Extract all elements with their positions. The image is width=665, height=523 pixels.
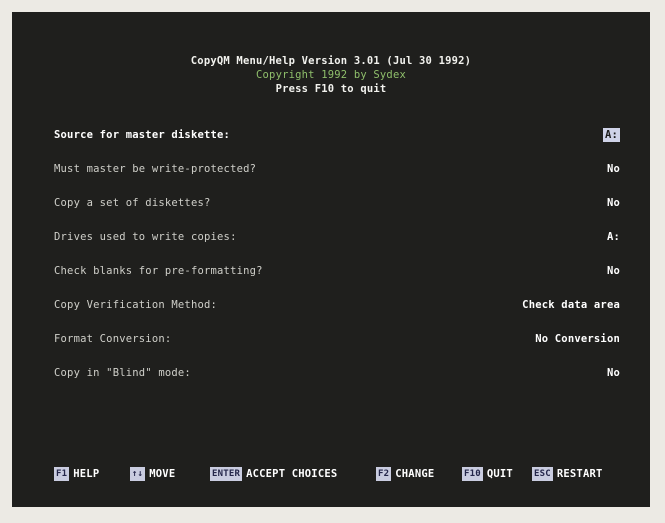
setting-value-field[interactable]: A:: [602, 128, 620, 142]
setting-row-drives-write[interactable]: Drives used to write copies: A:: [54, 228, 620, 246]
restart-key[interactable]: ESC RESTART: [532, 466, 603, 482]
setting-value[interactable]: No Conversion: [535, 330, 620, 348]
setting-label: Source for master diskette:: [54, 129, 231, 141]
move-label: MOVE: [149, 468, 176, 480]
setting-label: Check blanks for pre-formatting?: [54, 265, 263, 277]
setting-label: Must master be write-protected?: [54, 163, 257, 175]
restart-label: RESTART: [556, 468, 603, 480]
accept-choices-key[interactable]: ENTER ACCEPT CHOICES: [210, 466, 337, 482]
enter-keycap: ENTER: [210, 467, 243, 481]
setting-label: Format Conversion:: [54, 333, 172, 345]
accept-choices-label: ACCEPT CHOICES: [246, 468, 338, 480]
setting-value[interactable]: No: [607, 262, 620, 280]
setting-row-copy-set[interactable]: Copy a set of diskettes? No: [54, 194, 620, 212]
setting-label: Drives used to write copies:: [54, 231, 237, 243]
terminal-screen: CopyQM Menu/Help Version 3.01 (Jul 30 19…: [12, 12, 650, 507]
f2-keycap: F2: [376, 467, 392, 481]
setting-value[interactable]: No: [607, 160, 620, 178]
f10-keycap: F10: [462, 467, 483, 481]
function-key-bar: F1 HELP ↑↓ MOVE ENTER ACCEPT CHOICES F2 CHAN…: [54, 466, 624, 482]
change-label: CHANGE: [395, 468, 435, 480]
setting-row-format-conversion[interactable]: Format Conversion: No Conversion: [54, 330, 620, 348]
setting-label: Copy in "Blind" mode:: [54, 367, 191, 379]
help-key[interactable]: F1 HELP: [54, 466, 99, 482]
setting-value[interactable]: A:: [607, 228, 620, 246]
copyright-notice: Copyright 1992 by Sydex: [256, 69, 406, 81]
esc-keycap: ESC: [532, 467, 553, 481]
quit-hint: Press F10 to quit: [275, 83, 387, 95]
change-key[interactable]: F2 CHANGE: [376, 466, 434, 482]
setting-row-source-master[interactable]: Source for master diskette: A:: [54, 126, 620, 144]
arrow-keycap: ↑↓: [130, 467, 146, 481]
setting-row-check-blanks[interactable]: Check blanks for pre-formatting? No: [54, 262, 620, 280]
setting-value[interactable]: Check data area: [522, 296, 620, 314]
quit-key[interactable]: F10 QUIT: [462, 466, 513, 482]
setting-row-write-protected[interactable]: Must master be write-protected? No: [54, 160, 620, 178]
setting-row-blind-mode[interactable]: Copy in "Blind" mode: No: [54, 364, 620, 382]
setting-label: Copy a set of diskettes?: [54, 197, 211, 209]
setting-row-verification-method[interactable]: Copy Verification Method: Check data are…: [54, 296, 620, 314]
f1-keycap: F1: [54, 467, 70, 481]
photo-frame: CopyQM Menu/Help Version 3.01 (Jul 30 19…: [0, 0, 665, 523]
setting-label: Copy Verification Method:: [54, 299, 218, 311]
quit-label: QUIT: [486, 468, 513, 480]
setting-value[interactable]: No: [607, 194, 620, 212]
app-title: CopyQM Menu/Help Version 3.01 (Jul 30 19…: [190, 55, 472, 67]
move-key[interactable]: ↑↓ MOVE: [130, 466, 175, 482]
setting-value[interactable]: No: [607, 364, 620, 382]
help-label: HELP: [73, 468, 100, 480]
